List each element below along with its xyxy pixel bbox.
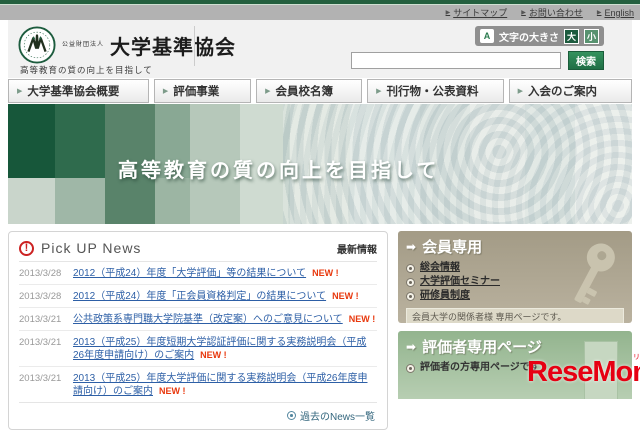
circle-arrow-icon: [286, 411, 296, 420]
triangle-icon: ▶: [265, 88, 271, 95]
site-title: 大学基準協会: [110, 36, 237, 59]
hero-banner: 高等教育の質の向上を目指して: [8, 104, 632, 224]
search-input[interactable]: [351, 52, 561, 69]
news-date: 2013/3/21: [19, 373, 62, 384]
triangle-icon: ▶: [162, 88, 169, 95]
nav-item-label: 大学基準協会概要: [27, 86, 120, 98]
arrow-right-icon: ➡: [406, 239, 417, 254]
new-badge: NEW !: [348, 314, 376, 324]
resemom-watermark: リセマム ReseMom.: [527, 354, 640, 389]
font-size-label: 文字の大きさ: [499, 32, 559, 44]
site-header: 公益財団法人 大学基準協会 高等教育の質の向上を目指して A 文字の大きさ 大 …: [8, 20, 632, 78]
news-row: 2013/3/21 公共政策系専門職大学院基準（改定案）へのご意見について NEW…: [19, 308, 377, 331]
members-link-row: 研修員制度: [406, 289, 624, 303]
main-content: ! Pick UP News 最新情報 2013/3/28 2012（平成24）…: [8, 231, 632, 430]
site-logo[interactable]: 公益財団法人 大学基準協会: [18, 26, 236, 64]
news-date: 2013/3/28: [19, 268, 62, 279]
nav-item-member-schools[interactable]: ▶ 会員校名簿: [256, 79, 363, 103]
org-type-label: 公益財団法人: [62, 41, 105, 48]
news-archive-label: 過去のNews一覧: [299, 412, 375, 423]
watermark-furigana: リセマム: [633, 354, 640, 361]
news-row: 2013/3/28 2012（平成24）年度「正会員資格判定」の結果について NE…: [19, 285, 377, 308]
evaluators-page-link[interactable]: 評価者の方専用ページです: [420, 361, 540, 375]
news-date: 2013/3/28: [19, 291, 62, 302]
members-description: 会員大学の関係者様 専用ページです。 セミナー等の情報を公開しております。: [406, 308, 624, 323]
utility-bar: ▶ サイトマップ ▶ お問い合わせ ▶ English: [0, 5, 640, 20]
utility-link-english[interactable]: ▶ English: [597, 8, 634, 18]
juaa-seal-icon: [18, 26, 56, 64]
triangle-icon: ▶: [445, 10, 451, 16]
news-date: 2013/3/21: [19, 314, 62, 325]
new-badge: NEW !: [332, 291, 359, 301]
news-panel-title: Pick UP News: [41, 240, 142, 256]
bullet-icon: [406, 291, 415, 301]
arrow-right-icon: ➡: [406, 339, 417, 354]
nav-item-label: 入会のご案内: [527, 86, 597, 98]
news-row: 2013/3/28 2012（平成24）年度「大学評価」等の結果について NEW …: [19, 262, 377, 285]
latest-info-label: 最新情報: [337, 244, 377, 256]
new-badge: NEW !: [312, 268, 339, 278]
site-tagline: 高等教育の質の向上を目指して: [20, 65, 153, 75]
news-link[interactable]: 2013（平成25）年度大学評価に関する実務説明会（平成26年度申請向け）のご案…: [73, 373, 368, 397]
members-link-seminar[interactable]: 大学評価セミナー: [420, 275, 500, 289]
font-size-small-button[interactable]: 小: [584, 28, 599, 44]
evaluators-title-label: 評価者専用ページ: [422, 339, 542, 356]
bullet-icon: [406, 263, 415, 273]
triangle-icon: ▶: [376, 88, 382, 95]
triangle-icon: ▶: [521, 10, 526, 16]
members-panel-title: ➡ 会員専用: [406, 236, 624, 257]
bullet-icon: [406, 363, 415, 373]
search-button[interactable]: 検索: [568, 51, 604, 70]
utility-link-label: サイトマップ: [453, 8, 508, 18]
members-link-trainee[interactable]: 研修員制度: [420, 289, 470, 303]
members-link-row: 総会情報: [406, 261, 624, 275]
font-size-widget: A 文字の大きさ 大 小: [475, 26, 604, 46]
triangle-icon: ▶: [17, 88, 23, 95]
nav-item-admission[interactable]: ▶ 入会のご案内: [508, 79, 632, 103]
utility-link-label: English: [604, 7, 634, 18]
nav-item-publications[interactable]: ▶ 刊行物・公表資料: [367, 79, 504, 103]
header-divider: [194, 26, 195, 66]
members-link-row: 大学評価セミナー: [406, 275, 624, 289]
alert-icon: !: [19, 240, 34, 256]
triangle-icon: ▶: [596, 10, 602, 16]
news-link[interactable]: 公共政策系専門職大学院基準（改定案）へのご意見について: [73, 314, 343, 325]
evaluators-panel-title: ➡ 評価者専用ページ: [406, 336, 624, 357]
utility-link-label: お問い合わせ: [528, 8, 583, 18]
watermark-text: ReseMom.: [527, 356, 640, 388]
news-row: 2013/3/21 2013（平成25）年度大学評価に関する実務説明会（平成26…: [19, 367, 377, 403]
new-badge: NEW !: [200, 350, 227, 360]
hero-mosaic-block: [155, 178, 190, 224]
nav-item-about[interactable]: ▶ 大学基準協会概要: [8, 79, 149, 103]
news-row: 2013/3/21 2013（平成25）年度短期大学認証評価に関する実務説明会（…: [19, 331, 377, 367]
news-archive-link[interactable]: 過去のNews一覧: [286, 408, 375, 423]
hero-title: 高等教育の質の向上を目指して: [118, 160, 440, 182]
triangle-icon: ▶: [517, 88, 523, 95]
new-badge: NEW !: [159, 386, 186, 396]
members-link-assembly[interactable]: 総会情報: [420, 261, 460, 275]
nav-item-evaluation[interactable]: ▶ 評価事業: [153, 79, 252, 103]
news-header: ! Pick UP News 最新情報: [19, 236, 377, 262]
news-link[interactable]: 2012（平成24）年度「正会員資格判定」の結果について: [73, 291, 326, 302]
nav-item-label: 刊行物・公表資料: [386, 86, 479, 98]
members-description-line: 会員大学の関係者様 専用ページです。: [412, 312, 567, 322]
main-navigation: ▶ 大学基準協会概要 ▶ 評価事業 ▶ 会員校名簿 ▶ 刊行物・公表資料 ▶ 入会のご案内: [8, 79, 632, 103]
hero-mosaic-block: [8, 178, 55, 224]
news-link[interactable]: 2012（平成24）年度「大学評価」等の結果について: [73, 268, 306, 279]
nav-item-label: 会員校名簿: [275, 86, 334, 98]
pickup-news-panel: ! Pick UP News 最新情報 2013/3/28 2012（平成24）…: [8, 231, 388, 430]
utility-link-contact[interactable]: ▶ お問い合わせ: [521, 6, 583, 19]
hero-mosaic-block: [55, 178, 105, 224]
text-size-icon: A: [480, 29, 494, 43]
news-date: 2013/3/21: [19, 337, 62, 348]
search-bar: 検索: [351, 51, 604, 70]
members-title-label: 会員専用: [422, 239, 483, 256]
utility-link-sitemap[interactable]: ▶ サイトマップ: [446, 6, 508, 19]
bullet-icon: [406, 277, 415, 287]
news-footer: 過去のNews一覧: [19, 403, 377, 427]
members-only-panel: ➡ 会員専用 総会情報 大学評価セミナー 研修員制度 会員大学の関係者様 専用ペ…: [398, 231, 632, 323]
nav-item-label: 評価事業: [173, 86, 220, 98]
font-size-large-button[interactable]: 大: [564, 28, 579, 44]
